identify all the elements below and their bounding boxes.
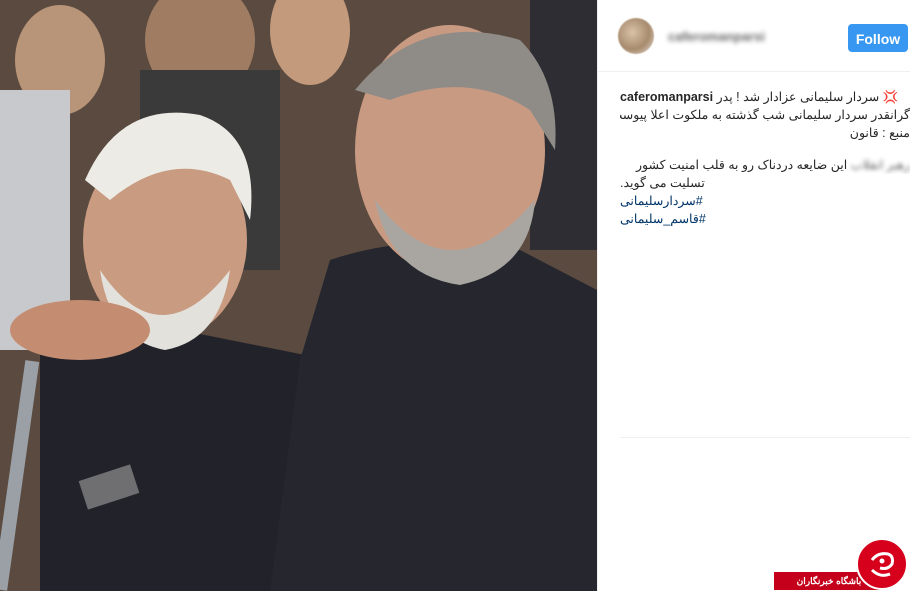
hashtag-link[interactable]: #قاسم_سلیمانی — [620, 210, 910, 228]
caption-blurred-text: رهبر انقلاب — [850, 158, 910, 172]
post-side-panel: caferomanparsi Follow caferomanparsi سرد… — [597, 0, 910, 591]
username-link[interactable]: caferomanparsi — [668, 29, 765, 44]
profile-avatar[interactable] — [618, 18, 654, 54]
news-agency-watermark: باشگاه خبرنگاران — [774, 536, 910, 591]
caption-line-1-text: سردار سلیمانی عزادار شد ! پدر 💢 — [716, 90, 899, 104]
follow-button[interactable]: Follow — [848, 24, 908, 52]
caption-line-1: caferomanparsi سردار سلیمانی عزادار شد !… — [620, 88, 910, 106]
caption-line-2: گرانقدر سردار سلیمانی شب گذشته به ملکوت … — [620, 108, 910, 122]
photo-illustration — [0, 0, 597, 591]
watermark-logo — [856, 538, 908, 590]
post-header: caferomanparsi Follow — [598, 0, 910, 72]
comments-divider — [620, 437, 910, 438]
caption-line-4-text: این ضایعه دردناک رو به قلب امنیت کشور — [635, 158, 848, 172]
post-photo[interactable] — [0, 0, 597, 591]
caption-line-5: .تسلیت می گوید — [620, 176, 705, 190]
hashtag-link[interactable]: #سردارسلیمانی — [620, 192, 910, 210]
caption-line-4: رهبر انقلاب این ضایعه دردناک رو به قلب ا… — [620, 156, 910, 174]
caption-line-3: منبع : قانون — [849, 126, 910, 140]
post-caption: caferomanparsi سردار سلیمانی عزادار شد !… — [620, 88, 910, 228]
caption-author-link[interactable]: caferomanparsi — [620, 90, 713, 104]
watermark-logo-icon — [870, 552, 894, 577]
